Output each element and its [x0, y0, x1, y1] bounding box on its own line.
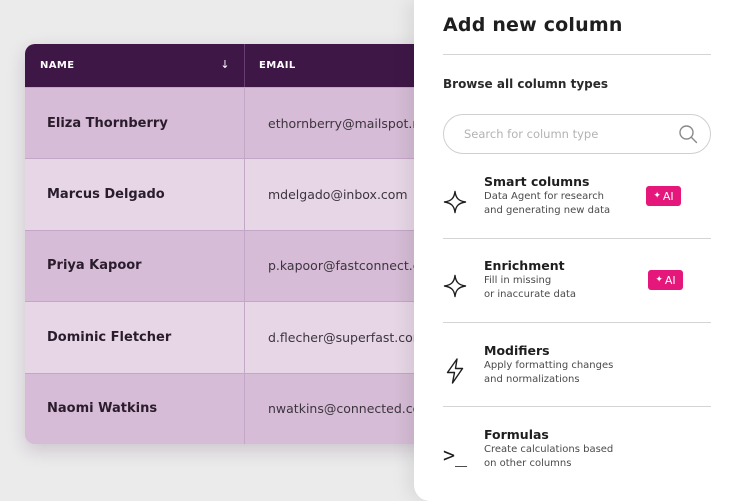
add-column-panel: Add new column Browse all column types S… [414, 0, 744, 501]
divider [443, 322, 711, 323]
table-row[interactable]: Eliza Thornberry ethornberry@mailspot.ne… [25, 87, 445, 159]
table-row[interactable]: Priya Kapoor p.kapoor@fastconnect.com [25, 229, 445, 302]
sparkle-icon [443, 188, 467, 216]
table-row[interactable]: Naomi Watkins nwatkins@connected.com [25, 372, 445, 444]
browse-label: Browse all column types [443, 77, 609, 91]
column-type-title: Modifiers [484, 343, 550, 358]
column-type-enrichment[interactable]: Enrichment Fill in missing or inaccurate… [443, 258, 711, 326]
terminal-prompt-icon: >_ [443, 441, 467, 469]
column-type-description: Create calculations based [484, 444, 614, 455]
divider [443, 406, 711, 407]
table-row[interactable]: Marcus Delgado mdelgado@inbox.com [25, 158, 445, 230]
sparkle-small-icon: ✦ [653, 191, 661, 201]
ai-badge-label: AI [664, 273, 676, 287]
column-type-title: Smart columns [484, 174, 590, 189]
column-header-email-label: EMAIL [259, 60, 296, 71]
ai-badge-label: AI [662, 189, 674, 203]
column-type-formulas[interactable]: >_ Formulas Create calculations based on… [443, 427, 711, 495]
panel-title: Add new column [443, 14, 623, 36]
name-cell[interactable]: Dominic Fletcher [25, 302, 245, 373]
lightning-icon [443, 357, 467, 385]
search-input[interactable] [464, 115, 664, 153]
data-table: NAME ↓ EMAIL Eliza Thornberry ethornberr… [25, 44, 445, 444]
sparkle-icon [443, 272, 467, 300]
name-cell[interactable]: Naomi Watkins [25, 373, 245, 444]
table-row[interactable]: Dominic Fletcher d.flecher@superfast.com [25, 301, 445, 373]
name-cell[interactable]: Priya Kapoor [25, 230, 245, 302]
search-box[interactable] [443, 114, 711, 154]
sort-down-icon[interactable]: ↓ [220, 58, 230, 71]
column-type-modifiers[interactable]: Modifiers Apply formatting changes and n… [443, 343, 711, 411]
divider [443, 54, 711, 55]
table-body: Eliza Thornberry ethornberry@mailspot.ne… [25, 87, 445, 444]
column-type-description: on other columns [484, 458, 572, 469]
column-type-title: Formulas [484, 427, 549, 442]
column-type-description: or inaccurate data [484, 289, 577, 300]
column-type-title: Enrichment [484, 258, 565, 273]
name-cell[interactable]: Eliza Thornberry [25, 88, 245, 159]
column-type-description: Data Agent for research [484, 191, 605, 202]
search-icon[interactable] [678, 124, 698, 144]
terminal-prompt-glyph: >_ [442, 443, 468, 467]
sparkle-small-icon: ✦ [655, 275, 663, 285]
column-type-description: Fill in missing [484, 275, 552, 286]
divider [443, 238, 711, 239]
name-cell[interactable]: Marcus Delgado [25, 159, 245, 230]
ai-badge: ✦ AI [646, 186, 681, 206]
column-header-name[interactable]: NAME ↓ [25, 44, 245, 87]
column-type-description: and generating new data [484, 205, 611, 216]
column-type-description: and normalizations [484, 374, 580, 385]
column-type-smart-columns[interactable]: Smart columns Data Agent for research an… [443, 174, 711, 242]
column-type-description: Apply formatting changes [484, 360, 614, 371]
table-header: NAME ↓ EMAIL [25, 44, 445, 87]
ai-badge: ✦ AI [648, 270, 683, 290]
column-header-name-label: NAME [40, 60, 75, 71]
